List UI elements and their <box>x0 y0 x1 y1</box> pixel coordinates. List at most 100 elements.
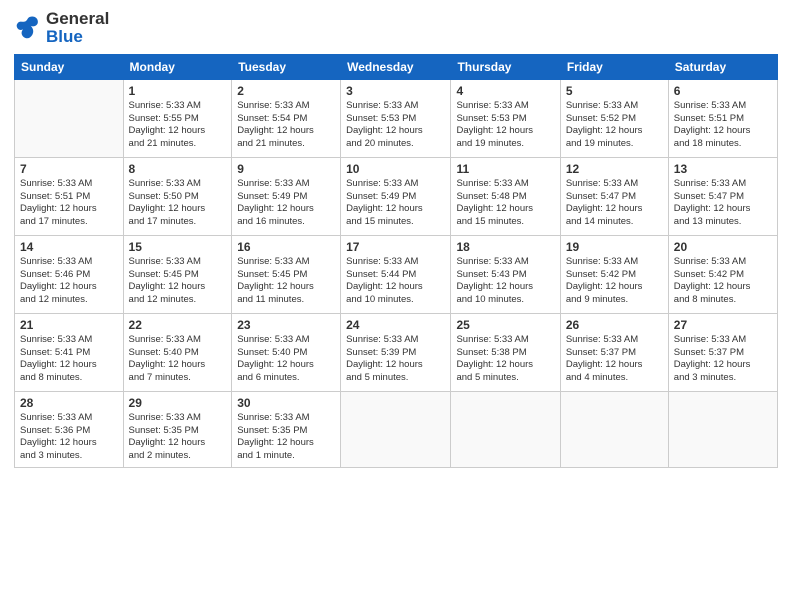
day-info: Sunrise: 5:33 AM Sunset: 5:42 PM Dayligh… <box>674 256 772 307</box>
calendar-cell: 26Sunrise: 5:33 AM Sunset: 5:37 PM Dayli… <box>560 313 668 391</box>
day-number: 20 <box>674 240 772 254</box>
day-info: Sunrise: 5:33 AM Sunset: 5:54 PM Dayligh… <box>237 100 335 151</box>
calendar-cell: 8 Sunrise: 5:33 AM Sunset: 5:50 PM Daylig… <box>123 157 232 235</box>
calendar-cell: 20 Sunrise: 5:33 AM Sunset: 5:42 PM Dayli… <box>668 235 777 313</box>
day-info: Sunrise: 5:33 AM Sunset: 5:42 PM Dayligh… <box>566 256 663 307</box>
day-number: 26 <box>566 318 663 332</box>
day-number: 12 <box>566 162 663 176</box>
day-number: 28 <box>20 396 118 410</box>
day-number: 4 <box>456 84 554 98</box>
day-info: Sunrise: 5:33 AM Sunset: 5:43 PM Dayligh… <box>456 256 554 307</box>
calendar-cell: 11 Sunrise: 5:33 AM Sunset: 5:48 PM Dayli… <box>451 157 560 235</box>
calendar-cell: 29 Sunrise: 5:33 AM Sunset: 5:35 PM Dayli… <box>123 391 232 467</box>
calendar-cell: 18 Sunrise: 5:33 AM Sunset: 5:43 PM Dayli… <box>451 235 560 313</box>
day-number: 11 <box>456 162 554 176</box>
page: General Blue SundayMondayTuesdayWednesda… <box>0 0 792 612</box>
day-info: Sunrise: 5:33 AM Sunset: 5:40 PM Dayligh… <box>129 334 227 385</box>
calendar-cell <box>341 391 451 467</box>
calendar-cell: 22 Sunrise: 5:33 AM Sunset: 5:40 PM Dayli… <box>123 313 232 391</box>
day-info: Sunrise: 5:33 AM Sunset: 5:49 PM Dayligh… <box>237 178 335 229</box>
day-info: Sunrise: 5:33 AM Sunset: 5:47 PM Dayligh… <box>566 178 663 229</box>
day-info: Sunrise: 5:33 AM Sunset: 5:44 PM Dayligh… <box>346 256 445 307</box>
day-info: Sunrise: 5:33 AM Sunset: 5:46 PM Dayligh… <box>20 256 118 307</box>
calendar-cell: 21Sunrise: 5:33 AM Sunset: 5:41 PM Dayli… <box>15 313 124 391</box>
day-number: 21 <box>20 318 118 332</box>
day-number: 22 <box>129 318 227 332</box>
logo-text-block: General Blue <box>46 10 109 46</box>
day-number: 29 <box>129 396 227 410</box>
logo-general-text: General <box>46 10 109 28</box>
calendar-cell: 13Sunrise: 5:33 AM Sunset: 5:47 PM Dayli… <box>668 157 777 235</box>
day-info: Sunrise: 5:33 AM Sunset: 5:51 PM Dayligh… <box>674 100 772 151</box>
calendar-cell: 10 Sunrise: 5:33 AM Sunset: 5:49 PM Dayli… <box>341 157 451 235</box>
day-number: 25 <box>456 318 554 332</box>
weekday-header-tuesday: Tuesday <box>232 54 341 79</box>
day-info: Sunrise: 5:33 AM Sunset: 5:53 PM Dayligh… <box>346 100 445 151</box>
calendar-cell: 25 Sunrise: 5:33 AM Sunset: 5:38 PM Dayli… <box>451 313 560 391</box>
weekday-header-thursday: Thursday <box>451 54 560 79</box>
day-info: Sunrise: 5:33 AM Sunset: 5:35 PM Dayligh… <box>237 412 335 463</box>
day-number: 18 <box>456 240 554 254</box>
day-info: Sunrise: 5:33 AM Sunset: 5:51 PM Dayligh… <box>20 178 118 229</box>
day-number: 1 <box>129 84 227 98</box>
calendar-table: SundayMondayTuesdayWednesdayThursdayFrid… <box>14 54 778 468</box>
calendar-cell: 30 Sunrise: 5:33 AM Sunset: 5:35 PM Dayli… <box>232 391 341 467</box>
calendar-cell: 16Sunrise: 5:33 AM Sunset: 5:45 PM Dayli… <box>232 235 341 313</box>
day-number: 10 <box>346 162 445 176</box>
logo: General Blue <box>14 10 109 46</box>
calendar-cell: 15Sunrise: 5:33 AM Sunset: 5:45 PM Dayli… <box>123 235 232 313</box>
calendar-cell: 5 Sunrise: 5:33 AM Sunset: 5:52 PM Daylig… <box>560 79 668 157</box>
calendar-cell: 19Sunrise: 5:33 AM Sunset: 5:42 PM Dayli… <box>560 235 668 313</box>
weekday-header-monday: Monday <box>123 54 232 79</box>
week-row-2: 7Sunrise: 5:33 AM Sunset: 5:51 PM Daylig… <box>15 157 778 235</box>
calendar-cell <box>560 391 668 467</box>
day-info: Sunrise: 5:33 AM Sunset: 5:39 PM Dayligh… <box>346 334 445 385</box>
day-number: 23 <box>237 318 335 332</box>
day-info: Sunrise: 5:33 AM Sunset: 5:45 PM Dayligh… <box>129 256 227 307</box>
calendar-cell: 14 Sunrise: 5:33 AM Sunset: 5:46 PM Dayli… <box>15 235 124 313</box>
calendar-cell: 1 Sunrise: 5:33 AM Sunset: 5:55 PM Daylig… <box>123 79 232 157</box>
weekday-header-wednesday: Wednesday <box>341 54 451 79</box>
calendar-cell: 4 Sunrise: 5:33 AM Sunset: 5:53 PM Daylig… <box>451 79 560 157</box>
day-info: Sunrise: 5:33 AM Sunset: 5:47 PM Dayligh… <box>674 178 772 229</box>
day-number: 17 <box>346 240 445 254</box>
day-number: 5 <box>566 84 663 98</box>
day-info: Sunrise: 5:33 AM Sunset: 5:37 PM Dayligh… <box>674 334 772 385</box>
calendar-cell <box>668 391 777 467</box>
week-row-3: 14 Sunrise: 5:33 AM Sunset: 5:46 PM Dayli… <box>15 235 778 313</box>
calendar-cell: 2Sunrise: 5:33 AM Sunset: 5:54 PM Daylig… <box>232 79 341 157</box>
calendar-cell: 12 Sunrise: 5:33 AM Sunset: 5:47 PM Dayli… <box>560 157 668 235</box>
logo-bird-icon <box>14 14 42 42</box>
day-info: Sunrise: 5:33 AM Sunset: 5:55 PM Dayligh… <box>129 100 227 151</box>
calendar-cell: 23 Sunrise: 5:33 AM Sunset: 5:40 PM Dayli… <box>232 313 341 391</box>
day-info: Sunrise: 5:33 AM Sunset: 5:48 PM Dayligh… <box>456 178 554 229</box>
day-number: 14 <box>20 240 118 254</box>
day-number: 9 <box>237 162 335 176</box>
weekday-header-friday: Friday <box>560 54 668 79</box>
logo-blue-text: Blue <box>46 28 109 46</box>
day-number: 24 <box>346 318 445 332</box>
calendar-cell <box>451 391 560 467</box>
calendar-cell: 9 Sunrise: 5:33 AM Sunset: 5:49 PM Daylig… <box>232 157 341 235</box>
day-info: Sunrise: 5:33 AM Sunset: 5:35 PM Dayligh… <box>129 412 227 463</box>
day-number: 6 <box>674 84 772 98</box>
week-row-4: 21Sunrise: 5:33 AM Sunset: 5:41 PM Dayli… <box>15 313 778 391</box>
calendar-cell: 17 Sunrise: 5:33 AM Sunset: 5:44 PM Dayli… <box>341 235 451 313</box>
day-number: 30 <box>237 396 335 410</box>
day-info: Sunrise: 5:33 AM Sunset: 5:50 PM Dayligh… <box>129 178 227 229</box>
header: General Blue <box>14 10 778 46</box>
day-info: Sunrise: 5:33 AM Sunset: 5:45 PM Dayligh… <box>237 256 335 307</box>
day-info: Sunrise: 5:33 AM Sunset: 5:52 PM Dayligh… <box>566 100 663 151</box>
day-info: Sunrise: 5:33 AM Sunset: 5:49 PM Dayligh… <box>346 178 445 229</box>
calendar-cell: 27Sunrise: 5:33 AM Sunset: 5:37 PM Dayli… <box>668 313 777 391</box>
weekday-header-saturday: Saturday <box>668 54 777 79</box>
day-info: Sunrise: 5:33 AM Sunset: 5:40 PM Dayligh… <box>237 334 335 385</box>
day-number: 3 <box>346 84 445 98</box>
calendar-cell: 3 Sunrise: 5:33 AM Sunset: 5:53 PM Daylig… <box>341 79 451 157</box>
day-info: Sunrise: 5:33 AM Sunset: 5:53 PM Dayligh… <box>456 100 554 151</box>
weekday-header-row: SundayMondayTuesdayWednesdayThursdayFrid… <box>15 54 778 79</box>
calendar-cell: 24 Sunrise: 5:33 AM Sunset: 5:39 PM Dayli… <box>341 313 451 391</box>
day-info: Sunrise: 5:33 AM Sunset: 5:38 PM Dayligh… <box>456 334 554 385</box>
day-number: 8 <box>129 162 227 176</box>
week-row-5: 28Sunrise: 5:33 AM Sunset: 5:36 PM Dayli… <box>15 391 778 467</box>
